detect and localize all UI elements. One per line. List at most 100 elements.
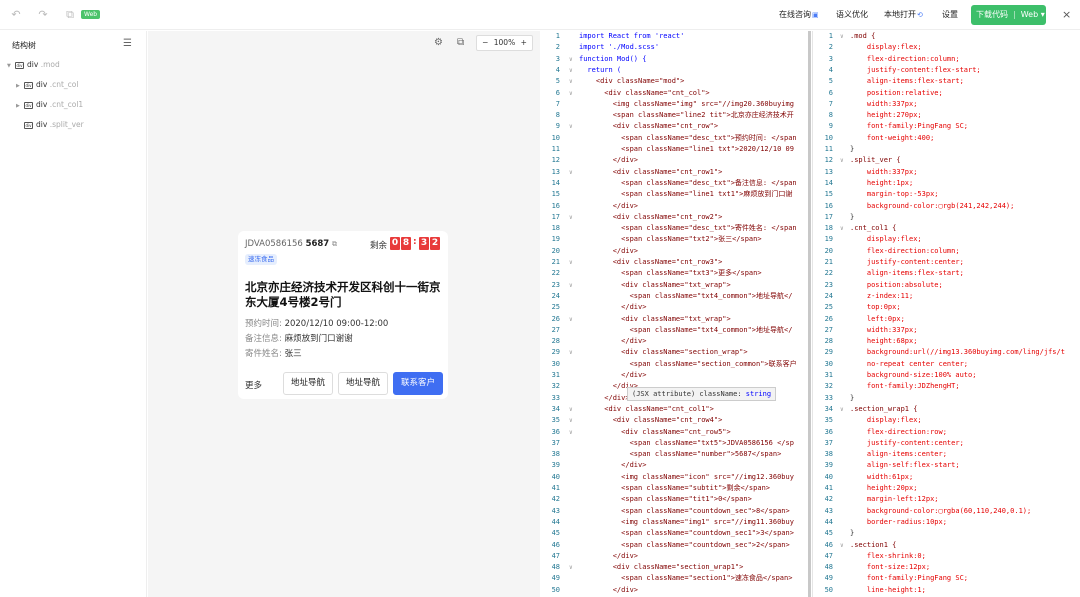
- code-line[interactable]: 14 height:1px;: [813, 178, 1080, 189]
- jsx-code-editor[interactable]: 1 import React from 'react' 2 import './Mod…: [540, 31, 810, 597]
- code-line[interactable]: 48 ∨ <div className="section_wrap1">: [540, 562, 810, 573]
- semantic-optimize-button[interactable]: 语义优化: [836, 0, 868, 30]
- code-line[interactable]: 9 font-family:PingFang SC;: [813, 121, 1080, 132]
- fold-chevron-icon[interactable]: ∨: [569, 65, 573, 76]
- fold-chevron-icon[interactable]: ∨: [569, 562, 573, 573]
- fold-chevron-icon[interactable]: ∨: [569, 404, 573, 415]
- more-link[interactable]: 更多: [245, 379, 262, 391]
- download-code-button[interactable]: 下载代码 | Web ▾: [971, 5, 1046, 25]
- code-line[interactable]: 19 display:flex;: [813, 234, 1080, 245]
- code-line[interactable]: 11 <span className="line1 txt">2020/12/1…: [540, 144, 810, 155]
- code-line[interactable]: 15 <span className="line1 txt1">麻烦放到门口谢: [540, 189, 810, 200]
- zoom-out-button[interactable]: −: [482, 38, 488, 47]
- code-line[interactable]: 23 ∨ <div className="txt_wrap">: [540, 280, 810, 291]
- code-line[interactable]: 32 font-family:JDZhengHT;: [813, 381, 1080, 392]
- code-line[interactable]: 42 margin-left:12px;: [813, 494, 1080, 505]
- scss-code-editor[interactable]: 1 ∨ .mod {2 display:flex; 3 flex-direction:…: [812, 31, 1080, 597]
- code-line[interactable]: 7 <img className="img" src="//img20.360b…: [540, 99, 810, 110]
- code-line[interactable]: 30 <span className="section_common">联系客户: [540, 359, 810, 370]
- code-line[interactable]: 34 ∨ .section_wrap1 {: [813, 404, 1080, 415]
- code-line[interactable]: 19 <span className="txt2">张三</span>: [540, 234, 810, 245]
- code-line[interactable]: 35 display:flex;: [813, 415, 1080, 426]
- redo-icon[interactable]: ↷: [37, 9, 49, 21]
- fold-chevron-icon[interactable]: ∨: [840, 31, 844, 42]
- code-line[interactable]: 45}: [813, 528, 1080, 539]
- code-line[interactable]: 24 <span className="txt4_common">地址导航</: [540, 291, 810, 302]
- code-line[interactable]: 38 align-items:center;: [813, 449, 1080, 460]
- code-line[interactable]: 40 width:61px;: [813, 472, 1080, 483]
- code-line[interactable]: 41 <span className="subtit">剩余</span>: [540, 483, 810, 494]
- code-line[interactable]: 2 display:flex;: [813, 42, 1080, 53]
- code-line[interactable]: 20 </div>: [540, 246, 810, 257]
- code-line[interactable]: 4 ∨ return (: [540, 65, 810, 76]
- code-line[interactable]: 47 </div>: [540, 551, 810, 562]
- code-line[interactable]: 6 ∨ <div className="cnt_col">: [540, 88, 810, 99]
- code-line[interactable]: 22 <span className="txt3">更多</span>: [540, 268, 810, 279]
- code-line[interactable]: 42 <span className="tit1">0</span>: [540, 494, 810, 505]
- collapse-icon[interactable]: ☰: [123, 38, 132, 49]
- code-line[interactable]: 7 width:337px;: [813, 99, 1080, 110]
- code-line[interactable]: 16 </div>: [540, 201, 810, 212]
- code-line[interactable]: 27 width:337px;: [813, 325, 1080, 336]
- code-line[interactable]: 31 </div>: [540, 370, 810, 381]
- code-line[interactable]: 50 line-height:1;: [813, 585, 1080, 596]
- code-line[interactable]: 22 align-items:flex-start;: [813, 268, 1080, 279]
- fold-chevron-icon[interactable]: ∨: [840, 155, 844, 166]
- fold-chevron-icon[interactable]: ∨: [840, 540, 844, 551]
- code-line[interactable]: 29 background:url(//img13.360buyimg.com/…: [813, 347, 1080, 358]
- fold-chevron-icon[interactable]: ∨: [569, 427, 573, 438]
- code-line[interactable]: 34 ∨ <div className="cnt_col1">: [540, 404, 810, 415]
- fold-chevron-icon[interactable]: ∨: [840, 404, 844, 415]
- platform-select[interactable]: Web: [1021, 10, 1038, 19]
- code-line[interactable]: 35 ∨ <div className="cnt_row4">: [540, 415, 810, 426]
- code-line[interactable]: 28 height:68px;: [813, 336, 1080, 347]
- fold-chevron-icon[interactable]: ∨: [569, 76, 573, 87]
- code-line[interactable]: 21 justify-content:center;: [813, 257, 1080, 268]
- code-line[interactable]: 15 margin-top:-53px;: [813, 189, 1080, 200]
- code-line[interactable]: 37 justify-content:center;: [813, 438, 1080, 449]
- code-line[interactable]: 11}: [813, 144, 1080, 155]
- fold-chevron-icon[interactable]: ∨: [569, 280, 573, 291]
- contact-customer-button[interactable]: 联系客户: [393, 372, 443, 395]
- code-line[interactable]: 12 ∨ .split_ver {: [813, 155, 1080, 166]
- code-line[interactable]: 5 ∨ <div className="mod">: [540, 76, 810, 87]
- code-line[interactable]: 18 <span className="desc_txt">寄件姓名: </sp…: [540, 223, 810, 234]
- code-line[interactable]: 23 position:absolute;: [813, 280, 1080, 291]
- code-line[interactable]: 38 <span className="number">5687</span>: [540, 449, 810, 460]
- code-line[interactable]: 13 ∨ <div className="cnt_row1">: [540, 167, 810, 178]
- code-line[interactable]: 25 top:0px;: [813, 302, 1080, 313]
- code-line[interactable]: 46 <span className="countdown_sec">2</sp…: [540, 540, 810, 551]
- code-line[interactable]: 14 <span className="desc_txt">备注信息: </sp…: [540, 178, 810, 189]
- code-line[interactable]: 33}: [813, 393, 1080, 404]
- code-line[interactable]: 29 ∨ <div className="section_wrap">: [540, 347, 810, 358]
- code-line[interactable]: 8 <span className="line2 tit">北京亦庄经济技术开: [540, 110, 810, 121]
- code-line[interactable]: 2 import './Mod.scss': [540, 42, 810, 53]
- tree-item-cnt-col1[interactable]: ▶ div div .cnt_col1: [16, 98, 83, 112]
- code-line[interactable]: 49 <span className="section1">速冻食品</span…: [540, 573, 810, 584]
- caret-right-icon[interactable]: ▶: [16, 99, 24, 113]
- tree-item-split-ver[interactable]: div div .split_ver: [16, 118, 84, 132]
- code-line[interactable]: 10 font-weight:400;: [813, 133, 1080, 144]
- code-line[interactable]: 17 ∨ <div className="cnt_row2">: [540, 212, 810, 223]
- code-line[interactable]: 5 align-items:flex-start;: [813, 76, 1080, 87]
- caret-down-icon[interactable]: ▼: [7, 59, 15, 73]
- code-line[interactable]: 31 background-size:100% auto;: [813, 370, 1080, 381]
- code-line[interactable]: 49 font-family:PingFang SC;: [813, 573, 1080, 584]
- code-line[interactable]: 9 ∨ <div className="cnt_row">: [540, 121, 810, 132]
- code-line[interactable]: 45 <span className="countdown_sec1">3</s…: [540, 528, 810, 539]
- code-line[interactable]: 39 align-self:flex-start;: [813, 460, 1080, 471]
- code-line[interactable]: 44 border-radius:10px;: [813, 517, 1080, 528]
- code-line[interactable]: 41 height:20px;: [813, 483, 1080, 494]
- code-line[interactable]: 44 <img className="img1" src="//img11.36…: [540, 517, 810, 528]
- fold-chevron-icon[interactable]: ∨: [569, 121, 573, 132]
- code-line[interactable]: 25 </div>: [540, 302, 810, 313]
- code-line[interactable]: 1 import React from 'react': [540, 31, 810, 42]
- code-line[interactable]: 43 <span className="countdown_sec">8</sp…: [540, 506, 810, 517]
- code-line[interactable]: 40 <img className="icon" src="//img12.36…: [540, 472, 810, 483]
- code-line[interactable]: 24 z-index:11;: [813, 291, 1080, 302]
- copy-icon[interactable]: ⧉: [457, 37, 464, 48]
- code-line[interactable]: 13 width:337px;: [813, 167, 1080, 178]
- code-line[interactable]: 36 flex-direction:row;: [813, 427, 1080, 438]
- tree-item-cnt-col[interactable]: ▶ div div .cnt_col: [16, 78, 78, 92]
- consult-button[interactable]: 在线咨询▣: [779, 0, 819, 30]
